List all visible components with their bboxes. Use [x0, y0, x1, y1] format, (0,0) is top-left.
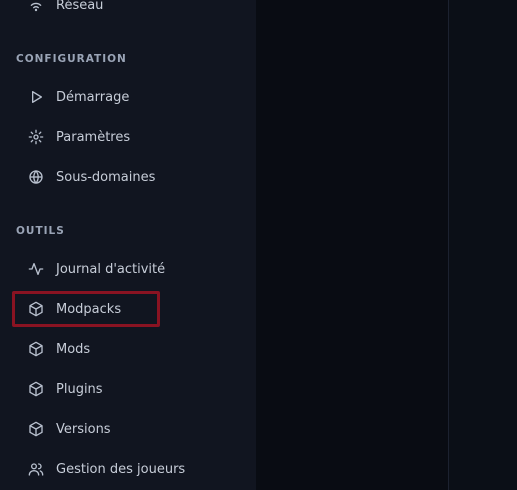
sidebar-item-journal-activite[interactable]: Journal d'activité — [12, 251, 165, 287]
sidebar-item-label: Réseau — [56, 0, 104, 13]
package-icon — [28, 381, 44, 397]
package-icon — [28, 421, 44, 437]
sidebar-item-mods[interactable]: Mods — [12, 331, 160, 367]
sidebar-item-demarrage[interactable]: Démarrage — [12, 79, 160, 115]
sidebar-item-parametres[interactable]: Paramètres — [12, 119, 160, 155]
right-panel — [448, 0, 517, 490]
wifi-icon — [28, 0, 44, 13]
sidebar: Réseau CONFIGURATION Démarrage Paramètre… — [0, 0, 256, 490]
sidebar-item-modpacks[interactable]: Modpacks — [12, 291, 160, 327]
sidebar-item-label: Mods — [56, 341, 91, 357]
gear-icon — [28, 129, 44, 145]
sidebar-item-sous-domaines[interactable]: Sous-domaines — [12, 159, 160, 195]
package-icon — [28, 301, 44, 317]
sidebar-item-label: Versions — [56, 421, 111, 437]
globe-icon — [28, 169, 44, 185]
play-icon — [28, 89, 44, 105]
sidebar-item-label: Sous-domaines — [56, 169, 156, 185]
sidebar-item-label: Gestion des joueurs — [56, 461, 186, 477]
sidebar-item-label: Journal d'activité — [56, 261, 166, 277]
main-content — [256, 0, 448, 490]
sidebar-item-reseau[interactable]: Réseau — [12, 0, 160, 23]
section-title-outils: OUTILS — [16, 225, 65, 237]
sidebar-item-label: Démarrage — [56, 89, 130, 105]
sidebar-item-plugins[interactable]: Plugins — [12, 371, 160, 407]
sidebar-item-label: Plugins — [56, 381, 103, 397]
activity-icon — [28, 261, 44, 277]
users-icon — [28, 461, 44, 477]
sidebar-item-versions[interactable]: Versions — [12, 411, 160, 447]
package-icon — [28, 341, 44, 357]
section-title-configuration: CONFIGURATION — [16, 53, 127, 65]
sidebar-item-label: Paramètres — [56, 129, 131, 145]
sidebar-item-gestion-joueurs[interactable]: Gestion des joueurs — [12, 451, 185, 487]
sidebar-item-label: Modpacks — [56, 301, 122, 317]
